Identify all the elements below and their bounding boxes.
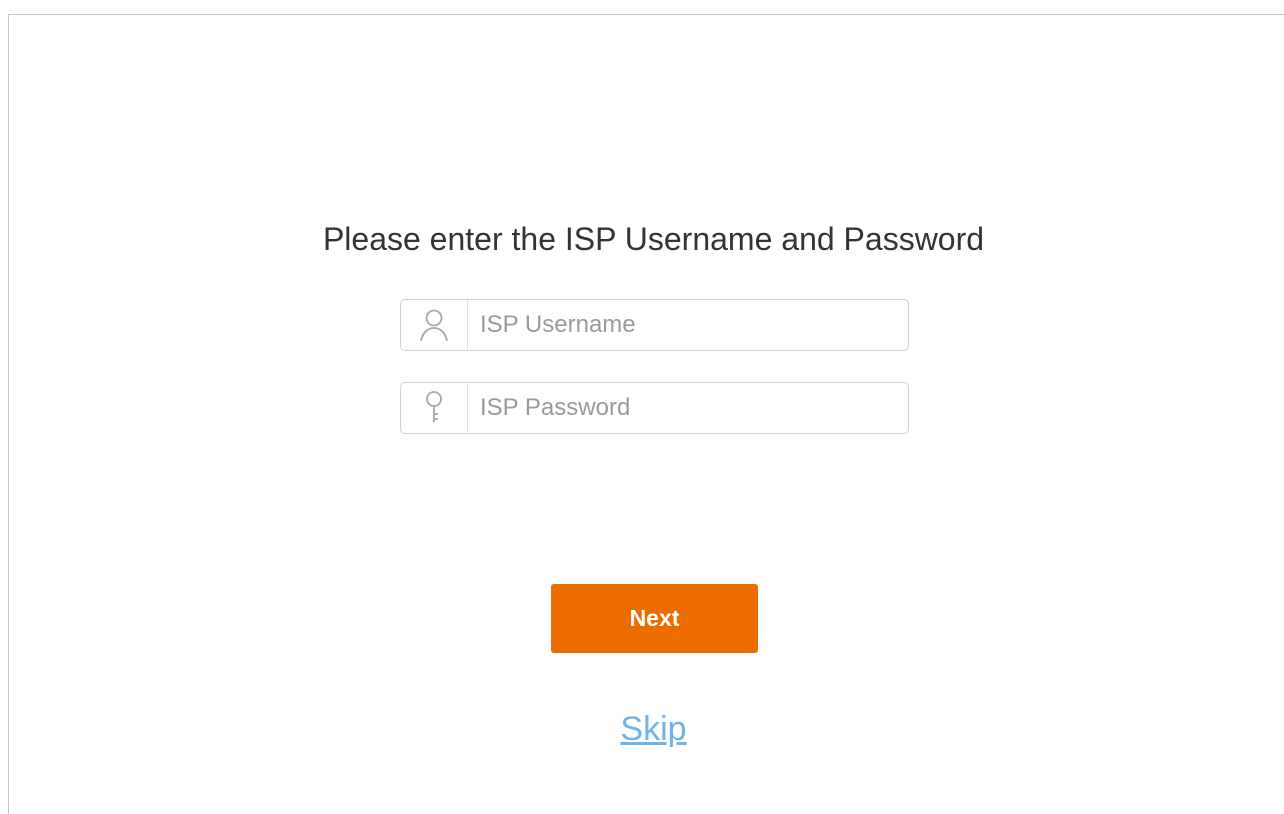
skip-link[interactable]: Skip [620, 710, 686, 748]
password-input[interactable] [468, 383, 908, 433]
skip-link-row: Skip [0, 710, 1284, 749]
username-input[interactable] [468, 300, 908, 350]
user-icon [401, 300, 468, 350]
password-field[interactable] [400, 382, 909, 434]
page-title: Please enter the ISP Username and Passwo… [322, 221, 985, 257]
next-button[interactable]: Next [551, 584, 758, 653]
key-icon [401, 383, 468, 433]
username-field[interactable] [400, 299, 909, 351]
